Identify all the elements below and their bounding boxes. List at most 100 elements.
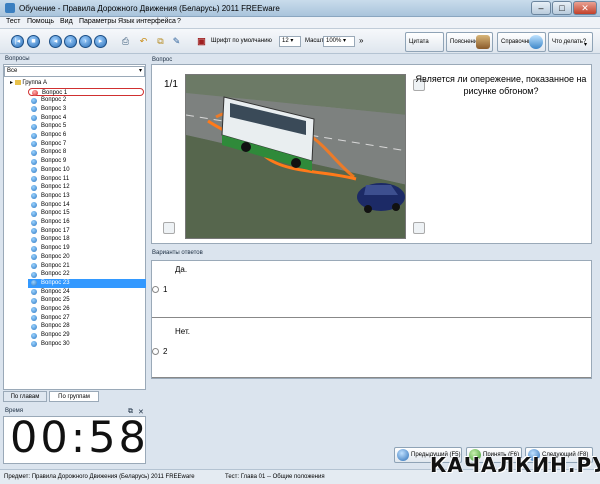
question-item[interactable]: Вопрос 29 [28, 331, 146, 340]
question-item[interactable]: Вопрос 9 [28, 157, 146, 166]
question-item[interactable]: Вопрос 12 [28, 183, 146, 192]
question-status-icon [31, 236, 37, 243]
tab-by-groups[interactable]: По группам [49, 391, 99, 402]
next-icon[interactable]: › [79, 35, 92, 48]
question-status-icon [31, 176, 37, 182]
zoom-icon[interactable] [163, 222, 175, 234]
question-item[interactable]: Вопрос 16 [28, 218, 146, 227]
font-size-select[interactable]: 12 ▾ [279, 36, 301, 47]
tab-by-chapters[interactable]: По главам [3, 391, 47, 402]
question-label: Вопрос 28 [41, 323, 70, 330]
explanation-button[interactable]: Пояснение [446, 32, 493, 52]
more-chevron[interactable]: » [359, 36, 363, 45]
first-question-icon[interactable]: |◂ [11, 35, 24, 48]
forward-icon[interactable]: ▸ [94, 35, 107, 48]
what-to-do-button[interactable]: Что делать? ▾ [548, 32, 593, 52]
answer-option-2[interactable]: Нет. 2 [152, 320, 591, 378]
question-header: Вопрос [152, 57, 173, 63]
question-illustration [185, 74, 406, 239]
question-item[interactable]: Вопрос 28 [28, 322, 146, 331]
copy-icon[interactable]: ⧉ [154, 35, 167, 48]
close-button[interactable]: ✕ [573, 1, 597, 15]
title-bar: Обучение - Правила Дорожного Движения (Б… [0, 0, 600, 17]
question-item[interactable]: Вопрос 6 [28, 131, 146, 140]
answer-2-radio[interactable] [152, 348, 159, 355]
reference-icon [529, 35, 543, 49]
question-item[interactable]: Вопрос 24 [28, 288, 146, 297]
question-label: Вопрос 6 [41, 132, 67, 138]
question-status-icon [31, 158, 37, 165]
question-item[interactable]: Вопрос 7 [28, 140, 146, 149]
menu-language[interactable]: Язык интерфейса [118, 18, 176, 25]
folder-icon [14, 79, 21, 85]
question-item[interactable]: Вопрос 20 [28, 253, 146, 262]
question-status-icon [31, 149, 37, 156]
question-item[interactable]: Вопрос 14 [28, 201, 146, 210]
menu-view[interactable]: Вид [60, 18, 73, 25]
reference-button[interactable]: Справочник [497, 32, 546, 52]
question-item[interactable]: Вопрос 22 [28, 270, 146, 279]
menu-test[interactable]: Тест [6, 18, 20, 25]
question-status-icon [31, 254, 37, 261]
question-label: Вопрос 2 [41, 97, 67, 104]
car-shape [357, 183, 405, 213]
scale-select[interactable]: 100% ▾ [323, 36, 355, 47]
question-item[interactable]: Вопрос 21 [28, 262, 146, 271]
prev-icon[interactable]: ‹ [64, 35, 77, 48]
question-label: Вопрос 25 [41, 297, 70, 304]
answer-1-text: Да. [175, 265, 188, 274]
print-icon[interactable]: ⎙ [119, 35, 132, 48]
question-item[interactable]: Вопрос 15 [28, 209, 146, 218]
menu-parameters[interactable]: Параметры [79, 18, 116, 25]
play-icon[interactable] [413, 222, 425, 234]
undo-icon[interactable]: ↶ [137, 35, 150, 48]
filter-select[interactable]: Все ▾ [4, 66, 145, 77]
question-item[interactable]: Вопрос 17 [28, 227, 146, 236]
app-icon [5, 3, 15, 13]
question-item[interactable]: Вопрос 23 [28, 278, 146, 288]
question-label: Вопрос 21 [41, 262, 70, 269]
question-item[interactable]: Вопрос 10 [28, 166, 146, 175]
answer-1-radio[interactable] [152, 286, 159, 293]
question-label: Вопрос 17 [41, 227, 70, 234]
question-status-icon [31, 263, 37, 269]
question-item[interactable]: Вопрос 25 [28, 296, 146, 305]
question-item[interactable]: Вопрос 8 [28, 148, 146, 157]
arrow-left-icon [397, 449, 409, 461]
menu-about[interactable]: ? [177, 18, 181, 25]
question-item[interactable]: Вопрос 11 [28, 175, 146, 184]
question-item[interactable]: Вопрос 13 [28, 192, 146, 201]
settings-icon[interactable]: ✎ [170, 35, 183, 48]
answer-2-number: 2 [163, 347, 168, 356]
question-item[interactable]: Вопрос 1 [28, 87, 144, 97]
citation-button[interactable]: Цитата [405, 32, 444, 52]
font-label: Шрифт по умолчанию [211, 38, 272, 44]
question-item[interactable]: Вопрос 4 [28, 114, 146, 123]
what-to-do-label: Что делать? [552, 39, 587, 45]
question-item[interactable]: Вопрос 19 [28, 244, 146, 253]
road-scene [186, 75, 405, 238]
question-item[interactable]: Вопрос 5 [28, 122, 146, 131]
question-status-icon [31, 332, 37, 339]
question-item[interactable]: Вопрос 2 [28, 96, 146, 105]
question-label: Вопрос 26 [41, 306, 70, 312]
question-status-icon [31, 184, 37, 191]
question-item[interactable]: Вопрос 30 [28, 340, 146, 349]
menu-help[interactable]: Помощь [27, 18, 54, 25]
minimize-button[interactable]: – [531, 1, 551, 15]
question-item[interactable]: Вопрос 3 [28, 105, 146, 114]
question-item[interactable]: Вопрос 27 [28, 314, 146, 323]
question-label: Вопрос 30 [41, 340, 70, 347]
question-label: Вопрос 18 [41, 236, 70, 243]
chevron-down-icon: ▾ [138, 68, 142, 74]
question-label: Вопрос 12 [41, 184, 70, 191]
stop-icon[interactable]: ■ [27, 35, 40, 48]
question-label: Вопрос 4 [41, 114, 67, 121]
maximize-button[interactable]: □ [552, 1, 572, 15]
tree-group[interactable]: ▸ Группа А [10, 79, 47, 86]
answer-option-1[interactable]: Да. 1 [152, 261, 591, 318]
question-item[interactable]: Вопрос 18 [28, 235, 146, 244]
question-item[interactable]: Вопрос 26 [28, 305, 146, 314]
window-title: Обучение - Правила Дорожного Движения (Б… [19, 4, 280, 13]
back-icon[interactable]: ◂ [49, 35, 62, 48]
